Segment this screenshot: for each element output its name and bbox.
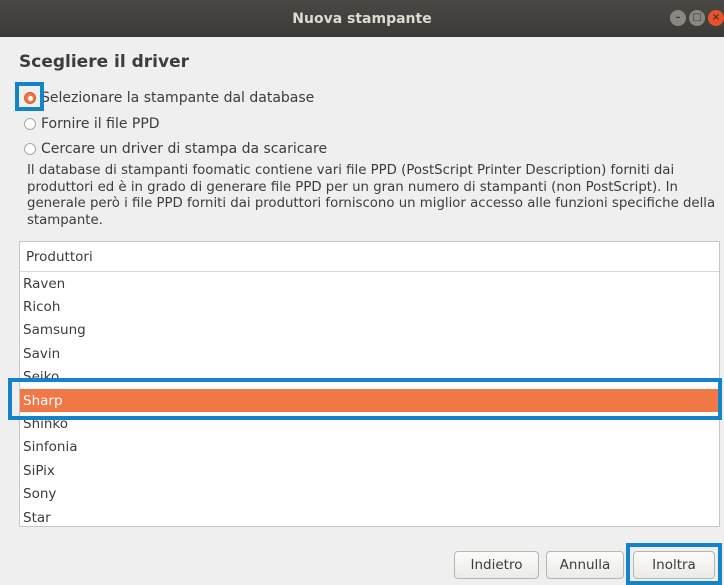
option-ppd-file[interactable]: Fornire il file PPD [24, 114, 160, 134]
highlight-box-radio [15, 82, 44, 111]
window-titlebar: Nuova stampante – □ × [0, 0, 724, 37]
cancel-button[interactable]: Annulla [546, 551, 624, 579]
page-title: Scegliere il driver [19, 52, 189, 72]
highlight-box-forward [626, 543, 722, 585]
list-header[interactable]: Produttori [20, 242, 719, 272]
minimize-icon[interactable]: – [670, 10, 686, 26]
description-text: Il database di stampanti foomatic contie… [27, 163, 716, 228]
radio-icon[interactable] [24, 118, 36, 130]
option-download-driver-label: Cercare un driver di stampa da scaricare [41, 141, 328, 157]
list-item[interactable]: Raven [20, 272, 719, 295]
close-icon[interactable]: × [708, 10, 724, 26]
list-item[interactable]: Sony [20, 483, 719, 506]
maximize-icon[interactable]: □ [689, 10, 705, 26]
highlight-box-selected-row [8, 378, 722, 420]
list-item[interactable]: Samsung [20, 319, 719, 342]
list-item[interactable]: Sinfonia [20, 436, 719, 459]
back-button[interactable]: Indietro [454, 551, 539, 579]
option-download-driver[interactable]: Cercare un driver di stampa da scaricare [24, 139, 327, 159]
list-item[interactable]: SiPix [20, 459, 719, 482]
window-title: Nuova stampante [292, 10, 432, 27]
list-item[interactable]: Savin [20, 342, 719, 365]
list-item[interactable]: Ricoh [20, 295, 719, 318]
option-database[interactable]: Selezionare la stampante dal database [24, 88, 314, 108]
window-controls: – □ × [670, 10, 724, 26]
option-ppd-file-label: Fornire il file PPD [41, 116, 160, 132]
list-item[interactable]: Star [20, 506, 719, 526]
option-database-label: Selezionare la stampante dal database [41, 90, 315, 106]
radio-icon[interactable] [24, 143, 36, 155]
